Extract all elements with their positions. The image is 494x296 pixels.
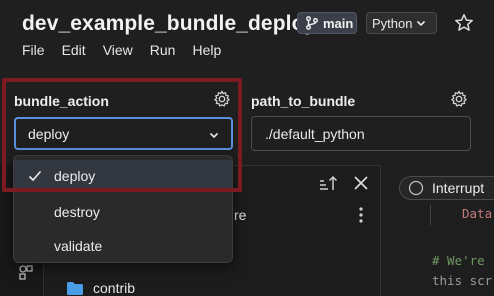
interrupt-label: Interrupt [432,180,485,196]
notebook-title-row: dev_example_bundle_deploy [22,10,316,38]
folder-icon [67,281,83,295]
dropdown-option-deploy[interactable]: deploy [14,160,232,192]
close-icon[interactable] [352,174,370,192]
chevron-down-icon [417,20,426,27]
shapes-icon[interactable] [18,264,34,280]
notebook-title[interactable]: dev_example_bundle_deploy [22,12,316,36]
stop-circle-icon [408,180,424,196]
branch-name: main [323,15,354,31]
code-line: Data [462,206,493,221]
path-to-bundle-label: path_to_bundle [251,93,356,109]
gear-icon[interactable] [450,90,468,108]
option-label: deploy [54,168,96,184]
indent-guide [430,205,431,225]
language-label: Python [372,15,413,31]
code-comment: # We're [432,253,485,268]
chevron-down-icon [209,132,219,139]
folder-row-contrib[interactable]: contrib [66,280,135,296]
path-to-bundle-input[interactable]: ./default_python [251,116,471,151]
branch-badge[interactable]: main [297,12,357,34]
option-label: validate [54,238,103,254]
menu-bar: File Edit View Run Help [22,42,221,58]
bundle-action-value: deploy [28,125,70,142]
more-options-icon[interactable] [358,206,364,224]
gear-icon[interactable] [213,90,231,108]
code-comment: this scr [432,273,493,288]
sort-icon[interactable] [318,174,338,192]
bundle-action-select[interactable]: deploy [14,117,233,150]
file-name-fragment[interactable]: re [234,207,246,223]
folder-name: contrib [93,280,136,296]
dropdown-option-destroy[interactable]: destroy [14,196,232,228]
menu-file[interactable]: File [22,42,45,58]
menu-edit[interactable]: Edit [62,42,86,58]
menu-run[interactable]: Run [150,42,176,58]
git-branch-icon [306,16,318,30]
language-select[interactable]: Python [366,12,437,34]
menu-view[interactable]: View [103,42,133,58]
star-icon[interactable] [454,13,474,33]
path-to-bundle-value: ./default_python [265,125,365,142]
bundle-action-dropdown-menu: deploy destroy validate [13,155,233,263]
bundle-action-label: bundle_action [14,93,109,109]
menu-help[interactable]: Help [192,42,221,58]
dropdown-option-validate[interactable]: validate [14,230,232,262]
interrupt-button[interactable]: Interrupt [399,176,494,200]
option-label: destroy [54,204,100,220]
check-icon [28,170,42,182]
